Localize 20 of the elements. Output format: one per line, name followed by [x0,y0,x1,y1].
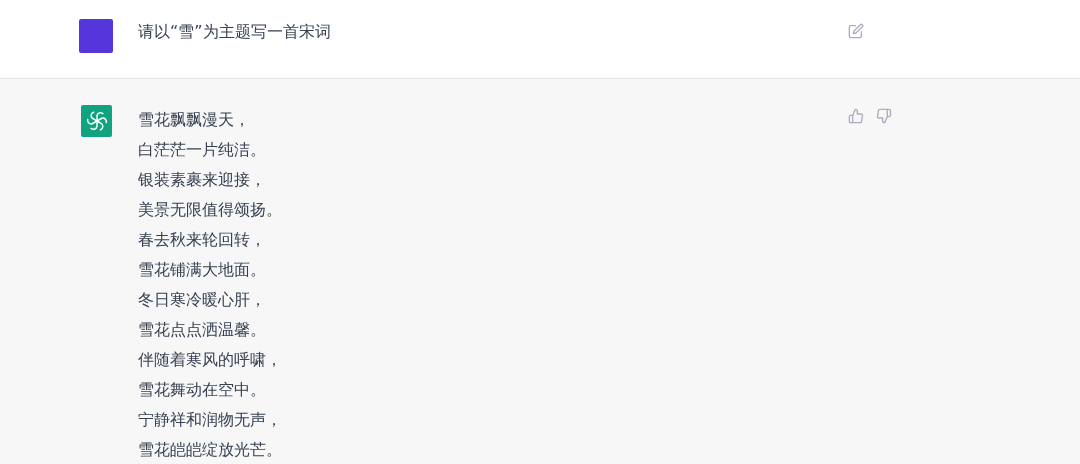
poem-line: 雪花皑皑绽放光芒。 [138,439,283,461]
user-avatar [79,19,113,53]
user-message: 请以“雪”为主题写一首宋词 [138,21,332,43]
edit-icon [848,23,864,39]
thumbs-up-icon [848,108,864,124]
poem-line: 银装素裹来迎接， [138,169,267,191]
thumbs-up-button[interactable] [848,108,864,124]
poem-line: 宁静祥和润物无声， [138,409,283,431]
poem-line: 白茫茫一片纯洁。 [138,139,267,161]
poem-line: 美景无限值得颂扬。 [138,199,283,221]
poem-line: 春去秋来轮回转， [138,229,267,251]
poem-line: 雪花飘飘漫天， [138,109,251,131]
poem-line: 伴随着寒风的呼啸， [138,349,283,371]
poem-line: 雪花点点洒温馨。 [138,319,267,341]
poem-line: 雪花舞动在空中。 [138,379,267,401]
thumbs-down-icon [876,108,892,124]
poem-line: 冬日寒冷暖心肝， [138,289,267,311]
poem-line: 雪花铺满大地面。 [138,259,267,281]
thumbs-down-button[interactable] [876,108,892,124]
edit-button[interactable] [848,23,864,39]
